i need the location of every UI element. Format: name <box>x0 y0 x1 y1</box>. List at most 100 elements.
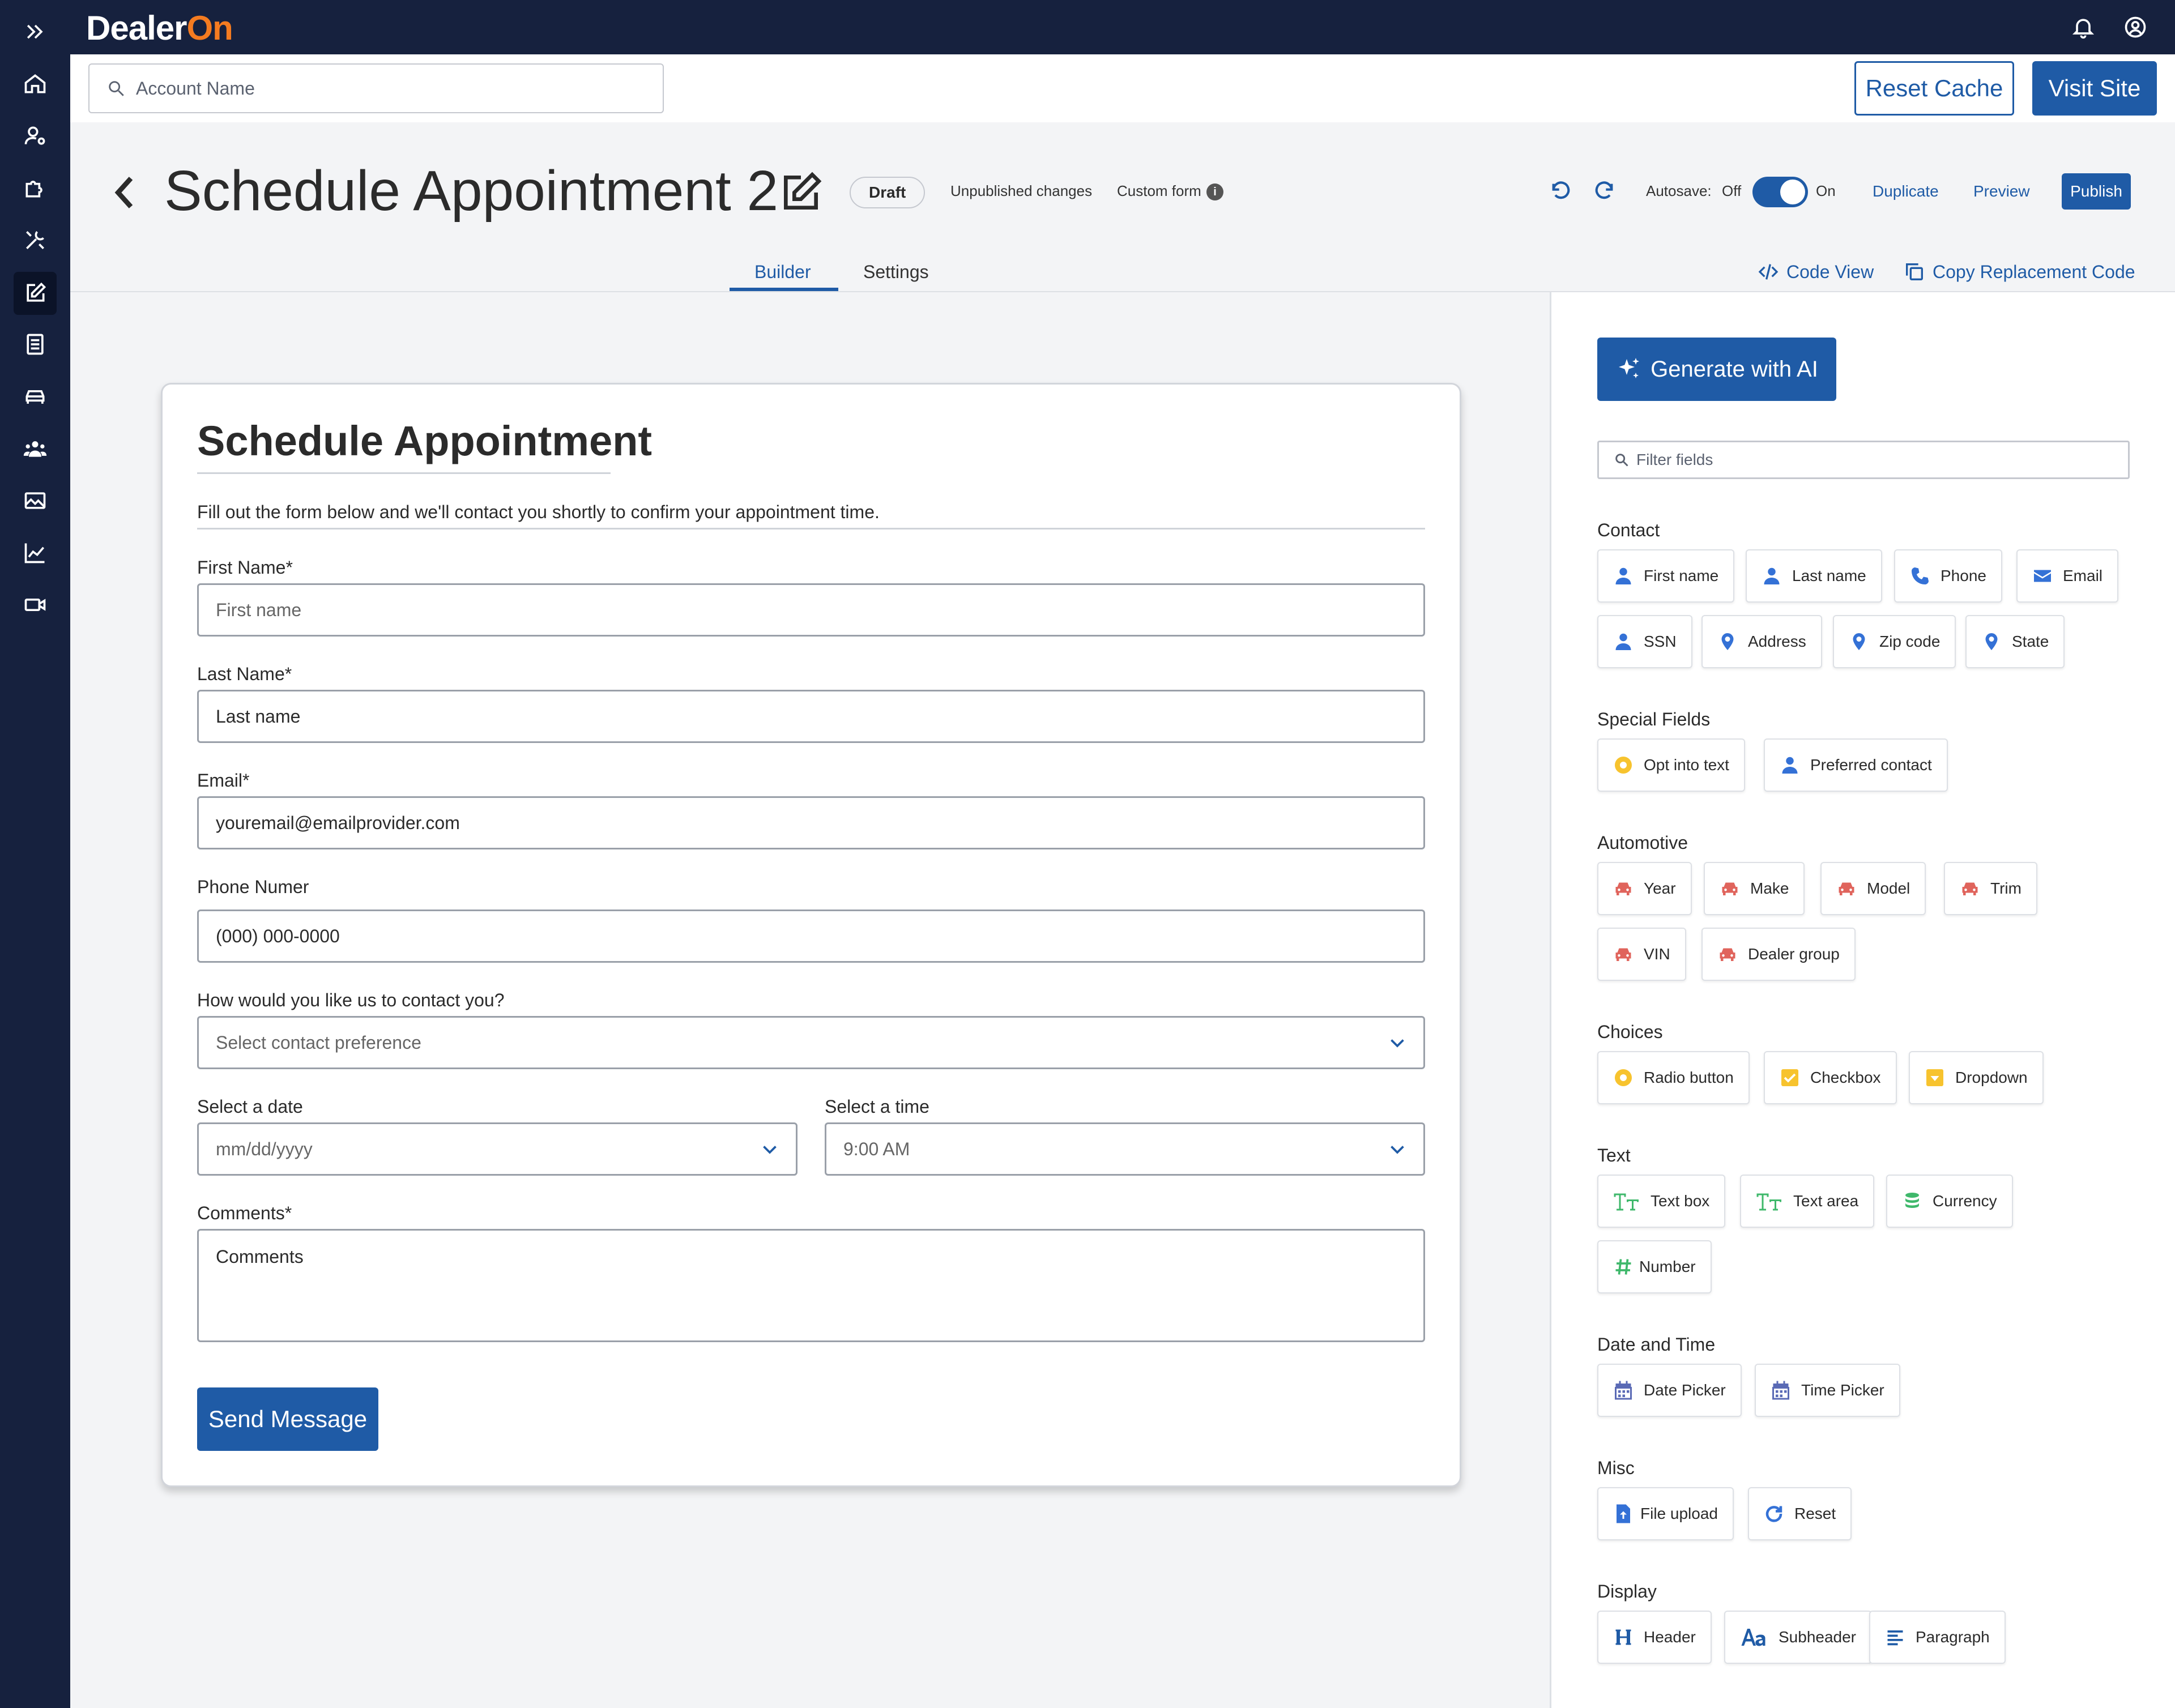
puzzle-icon[interactable] <box>23 176 48 200</box>
form-edit-icon[interactable] <box>23 281 48 306</box>
user-settings-icon[interactable] <box>23 123 48 148</box>
visit-site-button[interactable]: Visit Site <box>2032 61 2157 116</box>
car-icon <box>1720 878 1740 899</box>
chip-label: Number <box>1639 1258 1696 1275</box>
field-chip-currency[interactable]: Currency <box>1886 1175 2013 1228</box>
field-chip-address[interactable]: Address <box>1701 615 1822 668</box>
tab-settings[interactable]: Settings <box>863 262 929 283</box>
phone-label: Phone Numer <box>197 877 309 897</box>
chevron-down-icon <box>763 1146 777 1154</box>
radio-icon <box>1613 1068 1634 1088</box>
page-title: Schedule Appointment 2 <box>164 159 779 223</box>
section-display: Display <box>1597 1581 1657 1602</box>
email-value: youremail@emailprovider.com <box>216 812 460 833</box>
field-chip-make[interactable]: Make <box>1704 862 1805 915</box>
car-icon[interactable] <box>23 384 48 409</box>
chip-label: Phone <box>1941 567 1986 584</box>
home-icon[interactable] <box>23 71 48 96</box>
field-chip-preferred-contact[interactable]: Preferred contact <box>1764 738 1948 792</box>
analytics-icon[interactable] <box>23 540 48 565</box>
autosave-toggle[interactable] <box>1752 177 1808 207</box>
person-icon <box>1613 566 1634 586</box>
preview-link[interactable]: Preview <box>1973 182 2030 200</box>
info-icon[interactable]: i <box>1206 183 1223 200</box>
form-description[interactable]: Fill out the form below and we'll contac… <box>197 502 880 523</box>
person-icon <box>1613 631 1634 652</box>
field-chip-opt-into-text[interactable]: Opt into text <box>1597 738 1745 792</box>
filter-fields-placeholder: Filter fields <box>1636 451 1713 468</box>
phone-icon <box>1910 566 1930 586</box>
field-chip-date-picker[interactable]: Date Picker <box>1597 1364 1742 1417</box>
field-chip-phone[interactable]: Phone <box>1894 549 2002 603</box>
tools-icon[interactable] <box>23 228 48 253</box>
field-chip-header[interactable]: Header <box>1597 1611 1712 1664</box>
reset-cache-button[interactable]: Reset Cache <box>1854 61 2014 116</box>
field-chip-trim[interactable]: Trim <box>1944 862 2037 915</box>
redo-icon[interactable] <box>1593 180 1615 203</box>
chip-label: Reset <box>1794 1505 1836 1522</box>
field-chip-year[interactable]: Year <box>1597 862 1692 915</box>
last-name-field[interactable]: Last name <box>197 690 1425 743</box>
field-chip-text-box[interactable]: Text box <box>1597 1175 1726 1228</box>
time-select[interactable]: 9:00 AM <box>825 1122 1425 1176</box>
code-icon <box>1758 264 1779 280</box>
document-list-icon[interactable] <box>23 332 48 357</box>
first-name-placeholder: First name <box>216 599 302 620</box>
chip-label: Email <box>2063 567 2103 584</box>
chip-label: Checkbox <box>1810 1069 1881 1086</box>
generate-with-ai-button[interactable]: Generate with AI <box>1597 338 1836 401</box>
field-chip-time-picker[interactable]: Time Picker <box>1755 1364 1900 1417</box>
field-chip-ssn[interactable]: SSN <box>1597 615 1692 668</box>
contact-preference-select[interactable]: Select contact preference <box>197 1016 1425 1069</box>
image-gallery-icon[interactable] <box>23 488 48 513</box>
phone-field[interactable]: (000) 000-0000 <box>197 909 1425 963</box>
field-chip-model[interactable]: Model <box>1820 862 1926 915</box>
bell-icon[interactable] <box>2071 15 2096 40</box>
field-chip-reset[interactable]: Reset <box>1748 1487 1852 1540</box>
field-chip-radio-button[interactable]: Radio button <box>1597 1051 1750 1104</box>
back-chevron-icon[interactable] <box>111 170 139 215</box>
calendar-icon <box>1771 1380 1791 1400</box>
publish-button[interactable]: Publish <box>2062 173 2131 210</box>
field-chip-number[interactable]: Number <box>1597 1240 1712 1293</box>
comments-textarea[interactable]: Comments <box>197 1229 1425 1342</box>
field-chip-dealer-group[interactable]: Dealer group <box>1701 928 1856 981</box>
users-icon[interactable] <box>23 436 48 461</box>
account-search-placeholder: Account Name <box>136 78 255 99</box>
account-search-input[interactable]: Account Name <box>88 63 664 113</box>
field-chip-checkbox[interactable]: Checkbox <box>1764 1051 1897 1104</box>
email-field[interactable]: youremail@emailprovider.com <box>197 796 1425 849</box>
car-icon <box>1836 878 1857 899</box>
date-select[interactable]: mm/dd/yyyy <box>197 1122 798 1176</box>
field-chip-file-upload[interactable]: File upload <box>1597 1487 1734 1540</box>
field-chip-zip-code[interactable]: Zip code <box>1833 615 1956 668</box>
search-icon <box>1615 454 1628 467</box>
field-chip-subheader[interactable]: Subheader <box>1724 1611 1873 1664</box>
unpublished-changes-text: Unpublished changes <box>950 182 1093 199</box>
field-chip-last-name[interactable]: Last name <box>1746 549 1882 603</box>
field-chip-first-name[interactable]: First name <box>1597 549 1735 603</box>
code-view-link[interactable]: Code View <box>1757 261 1874 283</box>
subheader-icon <box>1740 1627 1768 1647</box>
field-chip-state[interactable]: State <box>1965 615 2065 668</box>
field-chip-vin[interactable]: VIN <box>1597 928 1686 981</box>
first-name-field[interactable]: First name <box>197 583 1425 637</box>
video-icon[interactable] <box>23 592 48 617</box>
edit-title-icon[interactable] <box>778 170 824 215</box>
field-chip-text-area[interactable]: Text area <box>1740 1175 1875 1228</box>
undo-icon[interactable] <box>1550 180 1572 203</box>
dealeron-logo[interactable]: Dealer On <box>86 8 233 48</box>
tab-builder[interactable]: Builder <box>754 262 811 283</box>
duplicate-link[interactable]: Duplicate <box>1873 182 1939 200</box>
field-chip-paragraph[interactable]: Paragraph <box>1869 1611 2006 1664</box>
user-account-icon[interactable] <box>2123 15 2148 40</box>
expand-icon[interactable] <box>23 19 48 44</box>
filter-fields-input[interactable]: Filter fields <box>1597 441 2130 479</box>
copy-replacement-code-link[interactable]: Copy Replacement Code <box>1903 261 2135 283</box>
chip-label: Opt into text <box>1644 756 1729 774</box>
section-choices: Choices <box>1597 1022 1663 1042</box>
send-message-button[interactable]: Send Message <box>197 1387 378 1451</box>
form-title[interactable]: Schedule Appointment <box>197 417 652 465</box>
field-chip-dropdown[interactable]: Dropdown <box>1909 1051 2044 1104</box>
field-chip-email[interactable]: Email <box>2016 549 2119 603</box>
